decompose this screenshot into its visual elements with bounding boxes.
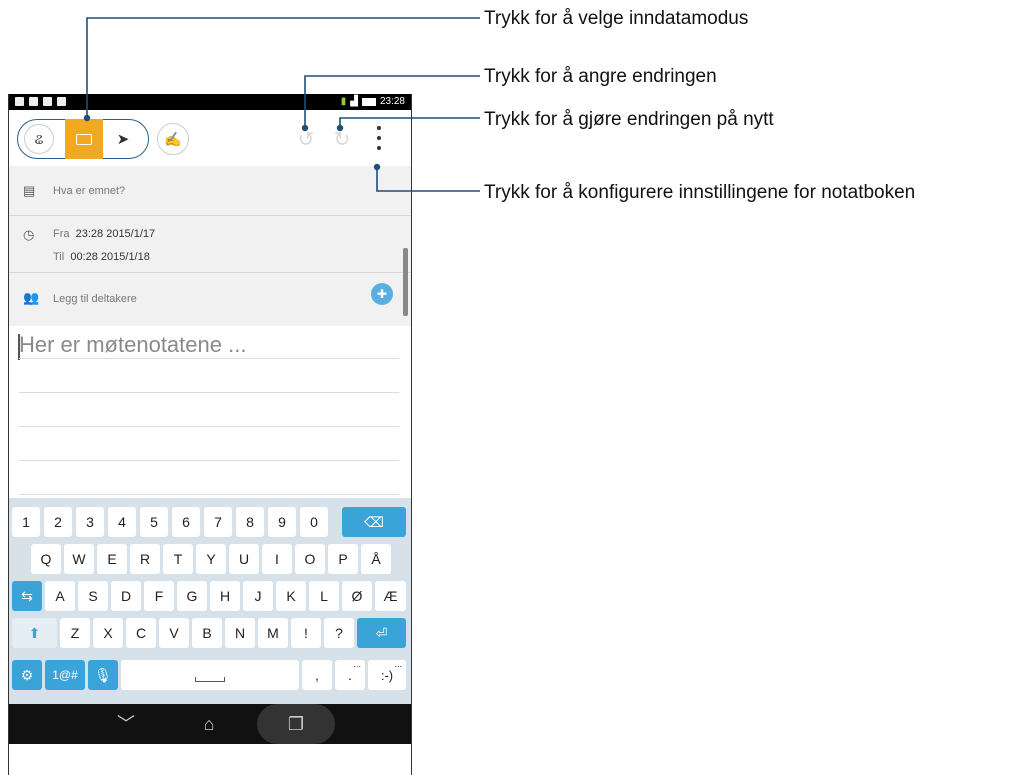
leader-settings <box>376 167 480 192</box>
leader-dot-settings <box>373 163 381 171</box>
callout-lines <box>83 17 480 192</box>
leader-undo <box>304 75 480 128</box>
leader-dot-redo <box>336 124 344 132</box>
leader-dot-undo <box>301 124 309 132</box>
leader-redo <box>339 117 480 128</box>
leader-input-mode <box>86 17 480 118</box>
leader-dot-input-mode <box>83 114 91 122</box>
